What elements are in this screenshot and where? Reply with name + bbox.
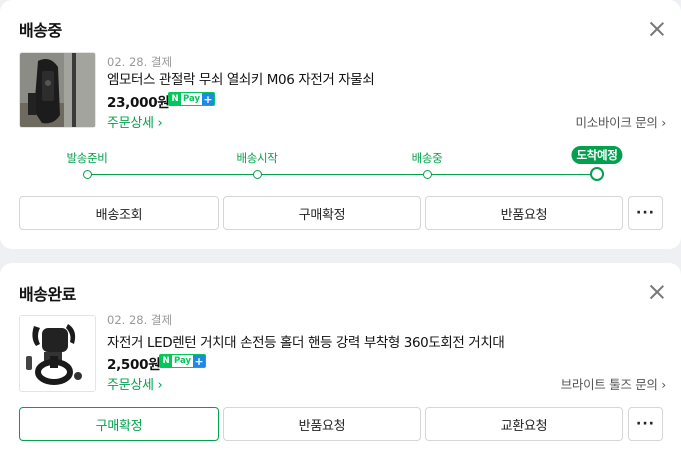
order-date: 02. 28. 결제: [107, 313, 173, 327]
tracker-line: [87, 173, 597, 175]
step-dot: [422, 170, 432, 179]
close-icon[interactable]: [648, 20, 666, 38]
npay-n-icon: N: [169, 93, 181, 105]
npay-plus-badge: N Pay +: [159, 354, 207, 368]
npay-plus-badge: N Pay +: [168, 92, 216, 106]
bike-lock-image: [20, 53, 95, 127]
close-icon[interactable]: [648, 283, 666, 301]
step-badge-arrival: 도착예정: [571, 146, 623, 164]
npay-label: Pay: [183, 94, 201, 104]
step-dot: [82, 170, 92, 179]
step-label-in-transit: 배송중: [411, 151, 443, 165]
more-dots-icon[interactable]: ···: [628, 407, 663, 441]
product-thumbnail[interactable]: [19, 52, 96, 128]
order-status-title: 배송중: [19, 21, 62, 40]
more-dots-icon[interactable]: ···: [628, 196, 663, 230]
order-status-title: 배송완료: [19, 285, 76, 304]
track-delivery-button[interactable]: 배송조회: [19, 196, 219, 230]
order-card-delivered: 배송완료 02. 28. 결제 자전거 LED렌턴 거치대 손전등 홀더 핸등 …: [0, 263, 681, 464]
npay-label: Pay: [174, 356, 192, 366]
product-name[interactable]: 자전거 LED렌턴 거치대 손전등 홀더 핸등 강력 부착형 360도회전 거치…: [107, 331, 505, 351]
light-holder-image: [20, 316, 95, 391]
order-card-shipping: 배송중 02. 28. 결제 엠모터스 관절락 무쇠 열쇠키 M06 자전거 자…: [0, 0, 681, 249]
return-request-button[interactable]: 반품요청: [425, 196, 623, 230]
seller-inquiry-link[interactable]: 미소바이크 문의 ›: [576, 112, 667, 131]
product-thumbnail[interactable]: [19, 315, 96, 392]
order-detail-link[interactable]: 주문상세 ›: [107, 374, 163, 393]
confirm-purchase-button[interactable]: 구매확정: [223, 196, 421, 230]
confirm-purchase-button[interactable]: 구매확정: [19, 407, 219, 441]
seller-inquiry-link[interactable]: 브라이트 툴즈 문의 ›: [561, 374, 667, 393]
product-price: 23,000원: [107, 95, 170, 111]
exchange-request-button[interactable]: 교환요청: [425, 407, 623, 441]
return-request-button[interactable]: 반품요청: [223, 407, 421, 441]
plus-icon: +: [193, 354, 206, 368]
step-dot: [252, 170, 262, 179]
step-label-start: 배송시작: [236, 151, 278, 165]
delivery-tracker: 발송준비 배송시작 배송중 도착예정: [0, 146, 681, 186]
product-name[interactable]: 엠모터스 관절락 무쇠 열쇠키 M06 자전거 자물쇠: [107, 68, 375, 88]
step-dot-current: [590, 167, 604, 181]
step-label-prepare: 발송준비: [66, 151, 108, 165]
plus-icon: +: [202, 92, 215, 106]
npay-n-icon: N: [160, 355, 172, 367]
order-detail-link[interactable]: 주문상세 ›: [107, 112, 163, 131]
product-price: 2,500원: [107, 357, 161, 373]
